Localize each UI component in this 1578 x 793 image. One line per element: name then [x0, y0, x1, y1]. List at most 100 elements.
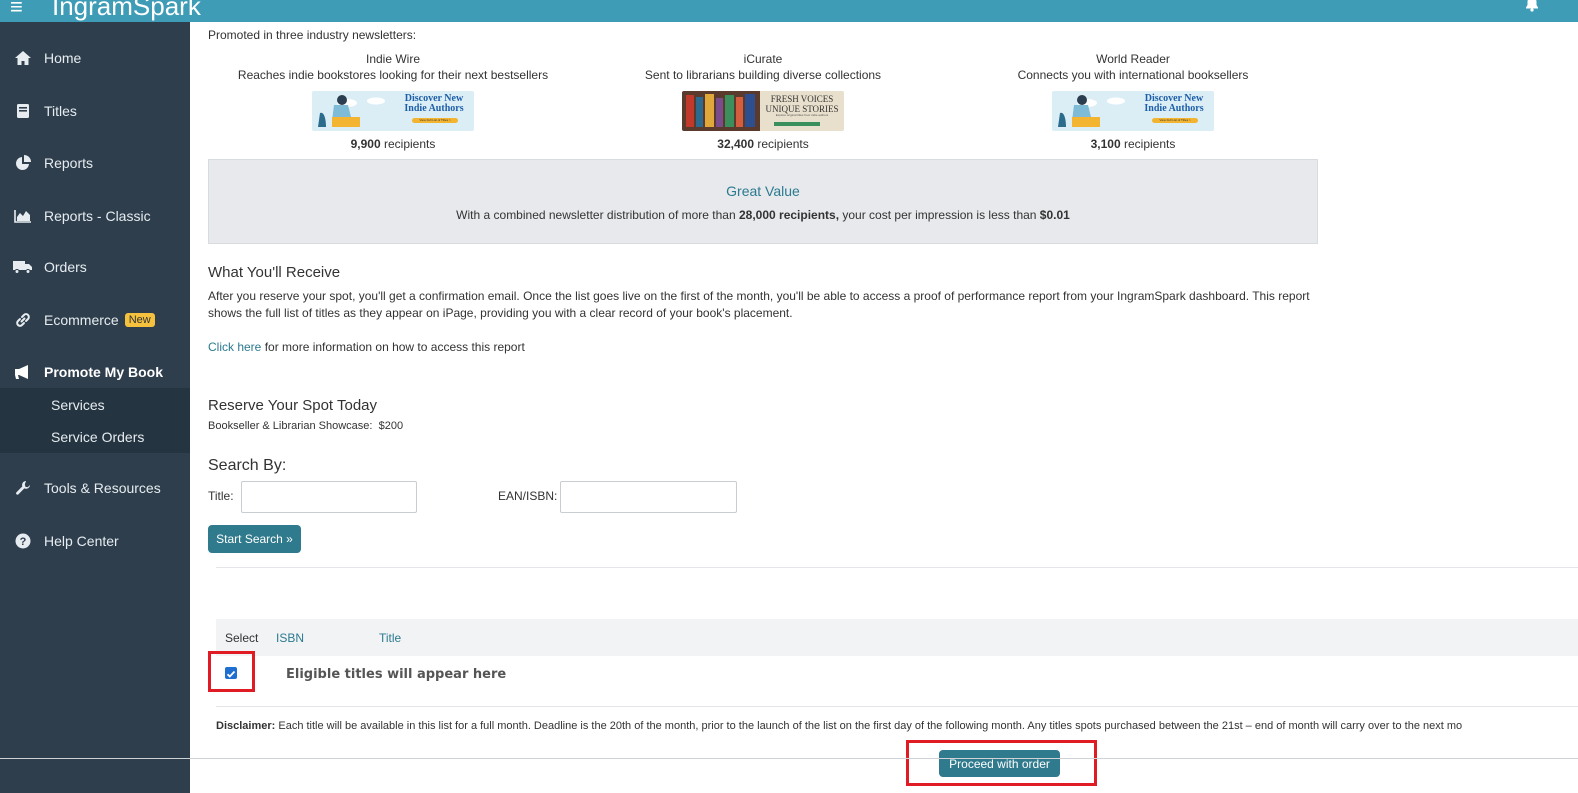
receive-heading: What You'll Receive [208, 264, 341, 281]
svg-text:?: ? [20, 536, 27, 548]
isbn-search-input[interactable] [560, 481, 737, 513]
promote-submenu: Services Service Orders [0, 388, 190, 453]
brand-logo[interactable]: IngramSpark [52, 0, 201, 22]
value-recipients: 28,000 recipients, [738, 208, 840, 222]
table-header: Select ISBN Title [216, 619, 1578, 656]
banner-headline: Discover New Indie Authors [1144, 93, 1204, 114]
sidebar-item-label: Titles [44, 103, 77, 119]
link-icon [12, 311, 34, 329]
column-title[interactable]: Title [379, 631, 401, 645]
banner-cta: Explore original titles from indie autho… [775, 113, 829, 117]
receive-line: After you reserve your spot, you'll get … [208, 289, 1310, 303]
disclaimer-label: Disclaimer: [216, 720, 276, 732]
start-search-button[interactable]: Start Search » [208, 525, 301, 553]
highlight-box [208, 651, 255, 692]
sidebar-item-titles[interactable]: Titles [0, 91, 190, 131]
recipients-count: 9,900 recipients [228, 137, 558, 151]
newsletter-card-indie-wire: Indie Wire Reaches indie bookstores look… [228, 52, 558, 82]
value-text-part: With a combined newsletter distribution … [456, 208, 739, 222]
banner-headline: FRESH VOICES UNIQUE STORIES [765, 94, 839, 114]
sidebar-item-label: Reports - Classic [44, 208, 151, 224]
area-chart-icon [12, 207, 34, 225]
value-text-part: your cost per impression is less than [839, 208, 1040, 222]
newsletter-description: Connects you with international booksell… [1017, 68, 1249, 82]
recipients-number: 32,400 [717, 137, 754, 151]
megaphone-icon [12, 363, 34, 381]
bell-icon[interactable] [1524, 0, 1540, 12]
reserve-heading: Reserve Your Spot Today [208, 397, 378, 414]
sidebar-item-orders[interactable]: Orders [0, 247, 190, 287]
new-badge: New [124, 313, 155, 327]
product-name: Bookseller & Librarian Showcase: [208, 420, 373, 432]
home-icon [12, 49, 34, 67]
sidebar-item-label: Ecommerce [44, 312, 119, 328]
recipients-label: recipients [1124, 137, 1176, 151]
sidebar-item-label: Home [44, 50, 82, 66]
recipients-number: 3,100 [1090, 137, 1121, 151]
sidebar-item-reports[interactable]: Reports [0, 143, 190, 183]
report-info-text: for more information on how to access th… [261, 340, 525, 354]
newsletter-card-icurate: iCurate Sent to librarians building dive… [598, 52, 928, 82]
sidebar-item-label: Help Center [44, 533, 119, 549]
sidebar-item-promote-my-book[interactable]: Promote My Book [0, 352, 190, 392]
wrench-icon [12, 479, 34, 497]
main-content: Promoted in three industry newsletters: … [190, 22, 1578, 793]
title-label: Title: [208, 489, 234, 503]
recipients-count: 3,100 recipients [968, 137, 1298, 151]
hamburger-menu-icon[interactable]: ≡ [10, 0, 23, 20]
search-heading: Search By: [208, 457, 287, 474]
product-price: $200 [378, 420, 404, 432]
sidebar-item-tools-resources[interactable]: Tools & Resources [0, 468, 190, 508]
sidebar-item-reports-classic[interactable]: Reports - Classic [0, 196, 190, 236]
newsletter-description: Sent to librarians building diverse coll… [644, 68, 882, 82]
newsletter-name: Indie Wire [365, 52, 421, 66]
sidebar-item-home[interactable]: Home [0, 38, 190, 78]
top-bar: ≡ IngramSpark [0, 0, 1578, 22]
pie-chart-icon [12, 154, 34, 172]
sidebar-item-label: Reports [44, 155, 94, 171]
reserve-product: Bookseller & Librarian Showcase: $200 [208, 420, 403, 432]
banner-cta: View Full List of Titles > [1152, 118, 1198, 123]
book-icon [12, 102, 34, 120]
highlight-box [906, 740, 1097, 786]
recipients-label: recipients [757, 137, 809, 151]
receive-line: shows the full list of titles as they ap… [208, 306, 793, 320]
sidebar-item-label: Promote My Book [44, 364, 164, 380]
submenu-item-service-orders[interactable]: Service Orders [51, 429, 144, 445]
sidebar-item-help-center[interactable]: ? Help Center [0, 521, 190, 561]
disclaimer-text: Each title will be available in this lis… [275, 720, 1463, 732]
great-value-text: With a combined newsletter distribution … [209, 208, 1317, 222]
great-value-title: Great Value [726, 183, 800, 199]
great-value-box: Great Value With a combined newsletter d… [208, 159, 1318, 244]
value-cost: $0.01 [1039, 208, 1070, 222]
recipients-count: 32,400 recipients [598, 137, 928, 151]
isbn-label: EAN/ISBN: [498, 489, 558, 503]
receive-description: After you reserve your spot, you'll get … [208, 288, 1318, 322]
disclaimer: Disclaimer: Each title will be available… [216, 720, 1578, 732]
banner-cta: View Full List of Titles > [412, 118, 458, 123]
empty-table-message: Eligible titles will appear here [286, 667, 507, 682]
click-here-link[interactable]: Click here [208, 340, 261, 354]
sidebar: Home Titles Reports Reports - Classic Or… [0, 22, 190, 793]
newsletter-description: Reaches indie bookstores looking for the… [237, 68, 549, 82]
newsletter-name: iCurate [743, 52, 783, 66]
column-isbn[interactable]: ISBN [276, 631, 304, 645]
newsletters-intro: Promoted in three industry newsletters: [208, 28, 417, 42]
divider [216, 706, 1578, 707]
bottom-divider [0, 758, 1578, 759]
column-select: Select [225, 631, 259, 645]
sidebar-item-label: Tools & Resources [44, 480, 161, 496]
divider [216, 567, 1578, 568]
sidebar-item-label: Orders [44, 259, 87, 275]
submenu-item-services[interactable]: Services [51, 397, 105, 413]
recipients-number: 9,900 [350, 137, 381, 151]
title-search-input[interactable] [241, 481, 417, 513]
recipients-label: recipients [384, 137, 436, 151]
banner-headline: Discover New Indie Authors [404, 93, 464, 114]
truck-icon [12, 258, 34, 276]
newsletter-name: World Reader [1096, 52, 1170, 66]
question-circle-icon: ? [12, 532, 34, 550]
sidebar-item-ecommerce[interactable]: Ecommerce New [0, 300, 190, 340]
newsletter-card-world-reader: World Reader Connects you with internati… [968, 52, 1298, 82]
report-info-line: Click here for more information on how t… [208, 340, 525, 354]
